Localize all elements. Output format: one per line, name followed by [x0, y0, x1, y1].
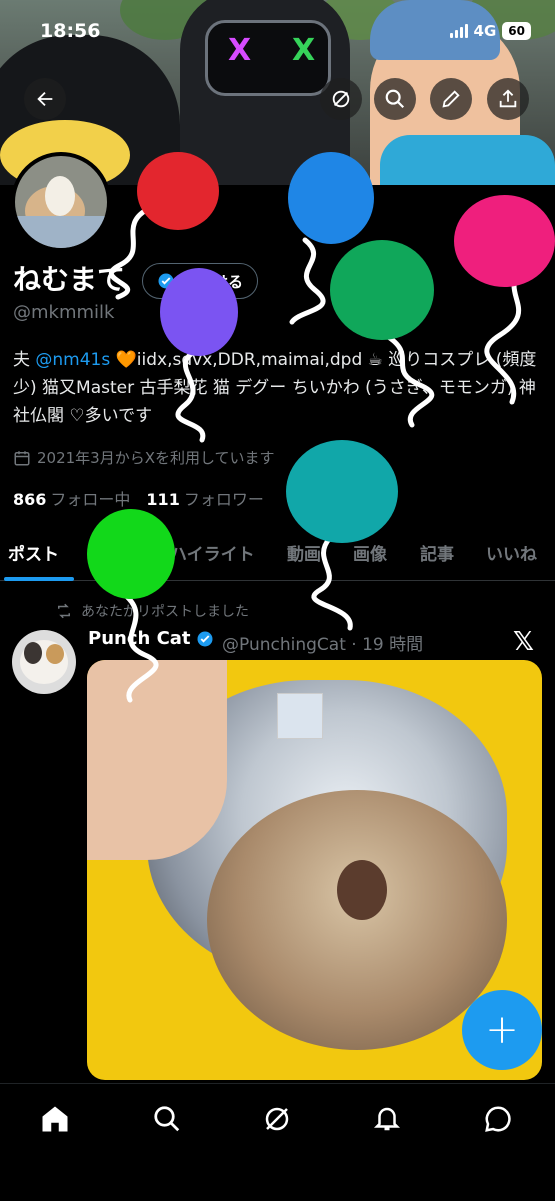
blue-balloon [288, 152, 374, 244]
red-balloon [137, 152, 219, 230]
lime-balloon [87, 509, 175, 599]
teal-balloon [286, 440, 398, 543]
pink-balloon [454, 195, 555, 287]
balloon-strings-overlay [109, 205, 523, 703]
purple-balloon [160, 268, 238, 356]
green-balloon [330, 240, 434, 340]
